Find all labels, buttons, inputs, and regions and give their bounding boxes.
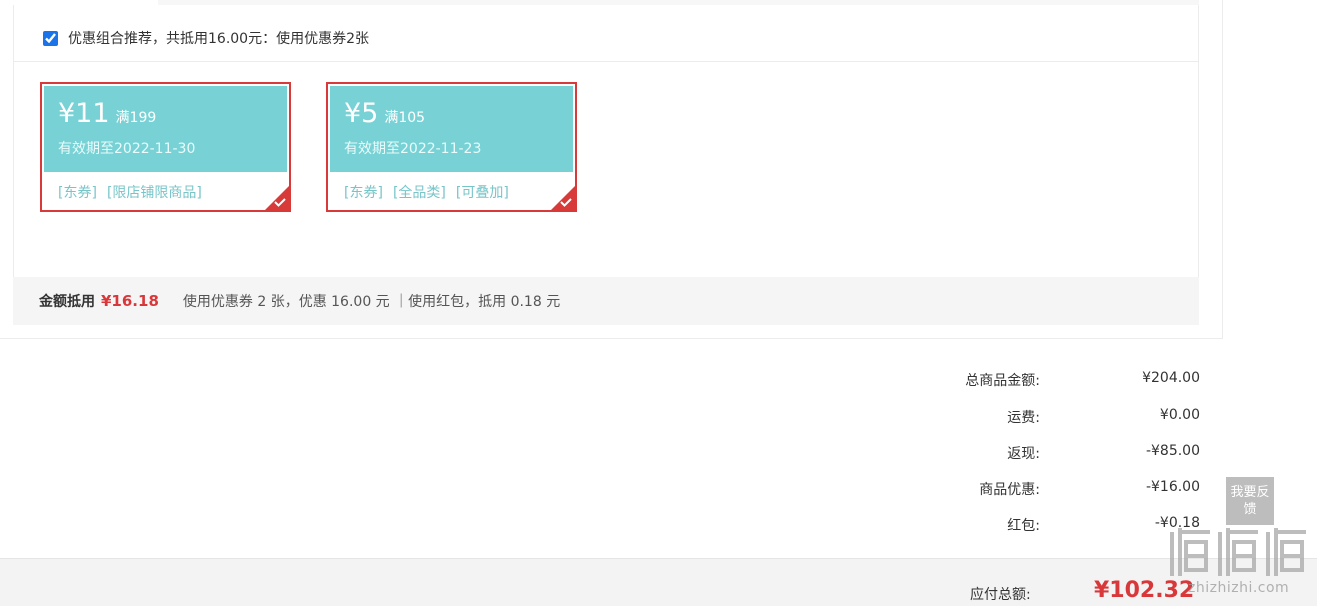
coupon-tag: [东券] xyxy=(58,185,97,201)
price-label: 运费: xyxy=(1007,410,1040,426)
section-border-right xyxy=(1222,0,1223,338)
price-row-shipping: 运费: ¥0.00 xyxy=(900,407,1200,431)
price-row-subtotal: 总商品金额: ¥204.00 xyxy=(900,370,1200,394)
price-value: ¥0.00 xyxy=(1159,407,1200,423)
price-value: -¥85.00 xyxy=(1145,443,1200,459)
price-label: 总商品金额: xyxy=(965,373,1040,389)
coupon-validity: 有效期至2022-11-23 xyxy=(344,141,482,157)
coupon-value: ¥11 xyxy=(58,98,110,129)
price-value: -¥16.00 xyxy=(1145,479,1200,495)
combo-recommend-checkbox[interactable] xyxy=(43,30,58,46)
feedback-button[interactable]: 我要反馈 xyxy=(1226,477,1274,525)
coupon-amount: ¥11 满199 xyxy=(58,96,156,136)
divider xyxy=(14,61,1198,62)
coupon-tags: [东券] [全品类] [可叠加] xyxy=(344,182,519,202)
discount-summary-bar: 金额抵用 ¥16.18 使用优惠券 2 张，优惠 16.00 元 ｜使用红包，抵… xyxy=(13,277,1199,325)
watermark-site-text: zhizhizhi.com xyxy=(1188,580,1290,596)
combo-recommend-row: 优惠组合推荐，共抵用16.00元：使用优惠券2张 xyxy=(43,26,369,50)
coupon-face: ¥11 满199 有效期至2022-11-30 xyxy=(44,86,287,172)
coupon-condition: 满199 xyxy=(115,110,157,126)
coupon-tag: [限店铺限商品] xyxy=(106,185,202,201)
coupon-amount: ¥5 满105 xyxy=(344,96,425,136)
section-border-bottom xyxy=(0,338,1223,339)
price-label: 红包: xyxy=(1007,518,1040,534)
watermark: zhizhizhi.com xyxy=(1166,524,1314,602)
coupon-tag: [全品类] xyxy=(392,185,446,201)
check-icon xyxy=(560,198,572,207)
coupon-tag: [可叠加] xyxy=(455,185,509,201)
coupon-validity: 有效期至2022-11-30 xyxy=(58,141,196,157)
coupon-condition: 满105 xyxy=(384,110,426,126)
price-row-product-discount: 商品优惠: -¥16.00 xyxy=(900,479,1200,503)
discount-summary-amount: ¥16.18 xyxy=(101,292,159,310)
watermark-logo-icon xyxy=(1170,528,1306,576)
coupon-card[interactable]: ¥5 满105 有效期至2022-11-23 [东券] [全品类] [可叠加] xyxy=(326,82,577,212)
check-icon xyxy=(274,198,286,207)
coupon-card[interactable]: ¥11 满199 有效期至2022-11-30 [东券] [限店铺限商品] xyxy=(40,82,291,212)
total-label: 应付总额: xyxy=(970,587,1031,603)
price-label: 商品优惠: xyxy=(979,482,1040,498)
combo-recommend-text: 优惠组合推荐，共抵用16.00元：使用优惠券2张 xyxy=(68,31,369,47)
coupon-value: ¥5 xyxy=(344,98,379,129)
price-row-cashback: 返现: -¥85.00 xyxy=(900,443,1200,467)
price-row-red-packet: 红包: -¥0.18 xyxy=(900,515,1200,539)
price-value: ¥204.00 xyxy=(1142,370,1200,386)
coupon-tag: [东券] xyxy=(344,185,383,201)
discount-summary-detail: 使用优惠券 2 张，优惠 16.00 元 ｜使用红包，抵用 0.18 元 xyxy=(182,294,561,310)
coupon-tags: [东券] [限店铺限商品] xyxy=(58,182,212,202)
discount-summary-label: 金额抵用 xyxy=(39,294,95,310)
price-label: 返现: xyxy=(1007,446,1040,462)
coupon-face: ¥5 满105 有效期至2022-11-23 xyxy=(330,86,573,172)
